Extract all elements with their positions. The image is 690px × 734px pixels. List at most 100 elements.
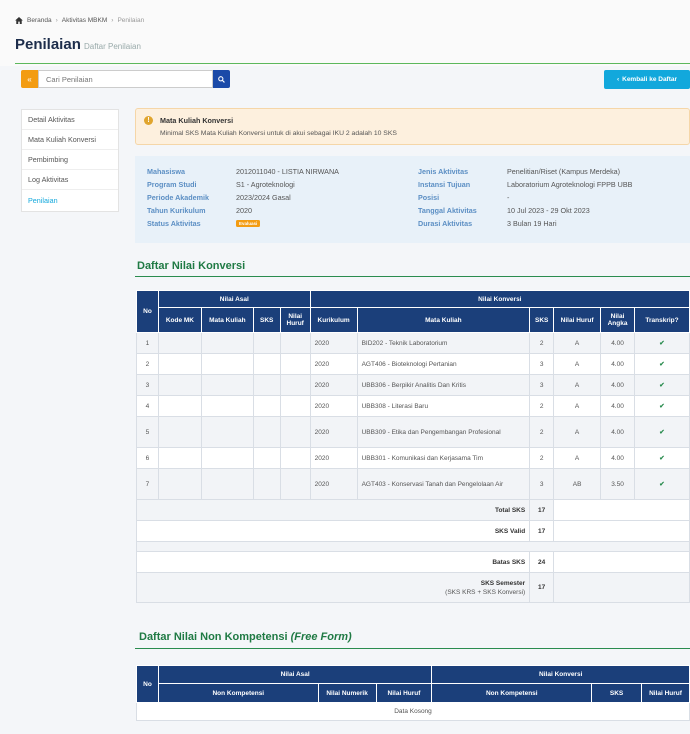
cell-kode-mk [157, 332, 202, 354]
col-kurikulum: Kurikulum [309, 307, 358, 333]
col-nilai-huruf: Nilai Huruf [375, 683, 433, 703]
search-bar: « [21, 70, 230, 88]
breadcrumb-aktivitas[interactable]: Aktivitas MBKM [62, 17, 108, 24]
cell-nilai-angka: 3.50 [600, 468, 635, 500]
label-tanggal: Tanggal Aktivitas [418, 206, 477, 215]
cell-huruf-asal [279, 416, 311, 448]
divider [135, 648, 690, 649]
empty-state: Data Kosong [136, 702, 690, 721]
cell-sks-asal [252, 447, 281, 469]
cell-kode-mk [157, 468, 202, 500]
col-no: No [136, 665, 159, 703]
alert-title: Mata Kuliah Konversi [160, 116, 234, 125]
alert-box: ! Mata Kuliah Konversi Minimal SKS Mata … [135, 108, 690, 145]
sidebar-item-penilaian[interactable]: Penilaian [22, 190, 118, 210]
col-group-nilai-konversi: Nilai Konversi [309, 290, 690, 308]
cell-nilai-huruf: A [553, 416, 602, 448]
konversi-section-title: Daftar Nilai Konversi [137, 260, 246, 272]
cell-nilai-angka: 4.00 [600, 374, 635, 396]
search-input[interactable] [38, 70, 213, 88]
table-row: 1 2020 BID202 - Teknik Laboratorium 2 A 4.00 ✔ [136, 332, 690, 354]
cell-huruf-asal [279, 353, 311, 375]
sks-valid-value: 17 [529, 520, 555, 542]
cell-mata-kuliah-asal [200, 332, 254, 354]
cell-nilai-angka: 4.00 [600, 353, 635, 375]
label-kurikulum: Tahun Kurikulum [147, 206, 206, 215]
cell-nilai-huruf: A [553, 332, 602, 354]
col-nilai-huruf-konversi: Nilai Huruf [641, 683, 690, 703]
value-instansi: Laboratorium Agroteknologi FPPB UBB [507, 180, 633, 189]
table-row: 3 2020 UBB306 - Berpikir Analitis Dan Krit… [136, 374, 690, 396]
top-header: Beranda › Aktivitas MBKM › Penilaian Pen… [0, 0, 690, 89]
col-mata-kuliah-asal: Mata Kuliah [200, 307, 254, 333]
cell-huruf-asal [279, 395, 311, 417]
check-icon: ✔ [634, 447, 690, 469]
label-periode: Periode Akademik [147, 193, 210, 202]
cell-mata-kuliah: UBB301 - Komunikasi dan Kerjasama Tim [356, 447, 531, 469]
sidebar-item-detail[interactable]: Detail Aktivitas [22, 110, 118, 130]
search-button[interactable] [213, 70, 230, 88]
sks-valid-label: SKS Valid [135, 520, 531, 542]
cell-kurikulum: 2020 [309, 332, 358, 354]
cell-huruf-asal [279, 447, 311, 469]
cell-sks: 3 [529, 353, 555, 375]
cell-mata-kuliah: UBB309 - Etika dan Pengembangan Profesio… [356, 416, 531, 448]
home-icon [15, 17, 23, 24]
breadcrumb-home[interactable]: Beranda [27, 17, 52, 24]
cell-no: 1 [136, 332, 159, 354]
cell-kode-mk [157, 416, 202, 448]
back-button-label: Kembali ke Daftar [622, 76, 678, 83]
sks-semester-value: 17 [529, 572, 555, 603]
divider [15, 63, 690, 64]
cell-kurikulum: 2020 [309, 374, 358, 396]
cell-mata-kuliah: BID202 - Teknik Laboratorium [356, 332, 531, 354]
value-prodi: S1 - Agroteknologi [236, 180, 295, 189]
non-kompetensi-table: No Nilai Asal Nilai Konversi Non Kompete… [136, 665, 690, 721]
cell-sks: 2 [529, 332, 555, 354]
batas-sks-label: Batas SKS [135, 551, 531, 573]
cell-mata-kuliah-asal [200, 353, 254, 375]
table-row: 2 2020 AGT406 - Bioteknologi Pertanian 3 A 4.… [136, 353, 690, 375]
col-group-nilai-asal: Nilai Asal [157, 665, 433, 684]
cell-kurikulum: 2020 [309, 353, 358, 375]
cell-sks-asal [252, 332, 281, 354]
sidebar-item-log[interactable]: Log Aktivitas [22, 170, 118, 190]
alert-text: Minimal SKS Mata Kuliah Konversi untuk d… [160, 130, 397, 137]
sidebar-item-pembimbing[interactable]: Pembimbing [22, 150, 118, 170]
back-button[interactable]: ‹ Kembali ke Daftar [604, 70, 690, 89]
warning-icon: ! [144, 116, 153, 125]
total-sks-label: Total SKS [135, 499, 531, 521]
col-non-kompetensi-konversi: Non Kompetensi [431, 683, 593, 703]
konversi-table: No Nilai Asal Nilai Konversi Kode MK Mat… [135, 290, 690, 603]
cell-mata-kuliah: AGT406 - Bioteknologi Pertanian [356, 353, 531, 375]
cell-nilai-huruf: A [553, 447, 602, 469]
cell-mata-kuliah-asal [200, 374, 254, 396]
cell-no: 4 [136, 395, 159, 417]
cell-no: 6 [136, 447, 159, 469]
col-transkrip: Transkrip? [634, 307, 690, 333]
value-tanggal: 10 Jul 2023 - 29 Okt 2023 [507, 206, 590, 215]
col-group-nilai-konversi: Nilai Konversi [431, 665, 690, 684]
collapse-button[interactable]: « [21, 70, 38, 88]
total-sks-value: 17 [529, 499, 555, 521]
cell-mata-kuliah-asal [200, 416, 254, 448]
cell-sks: 2 [529, 447, 555, 469]
cell-kurikulum: 2020 [309, 416, 358, 448]
value-periode: 2023/2024 Gasal [236, 193, 291, 202]
value-durasi: 3 Bulan 19 Hari [507, 219, 557, 228]
label-status: Status Aktivitas [147, 219, 201, 228]
chevron-left-icon: ‹ [616, 76, 620, 83]
col-nilai-angka: Nilai Angka [600, 307, 635, 333]
page-subtitle: Daftar Penilaian [84, 42, 141, 51]
cell-sks-asal [252, 374, 281, 396]
table-row: 4 2020 UBB308 - Literasi Baru 2 A 4.00 ✔ [136, 395, 690, 417]
cell-sks: 2 [529, 416, 555, 448]
cell-mata-kuliah-asal [200, 395, 254, 417]
sidebar-item-konversi[interactable]: Mata Kuliah Konversi [22, 130, 118, 150]
chevron-right-icon: › [55, 17, 58, 24]
cell-mata-kuliah-asal [200, 447, 254, 469]
cell-no: 3 [136, 374, 159, 396]
col-no: No [136, 290, 159, 333]
value-mahasiswa: 2012011040 - LISTIA NIRWANA [236, 167, 339, 176]
cell-kode-mk [157, 353, 202, 375]
